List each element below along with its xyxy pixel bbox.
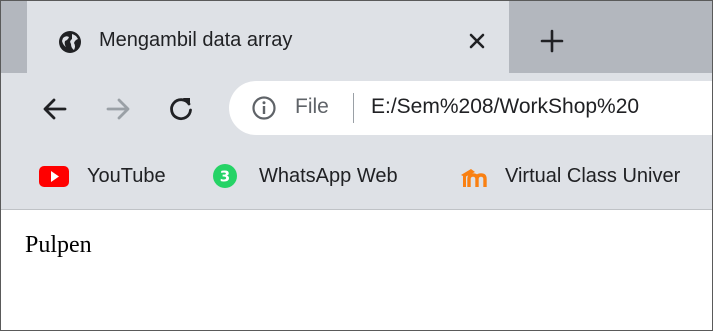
bookmark-whatsapp[interactable]: 3 WhatsApp Web [211,161,431,191]
address-bar[interactable]: File E:/Sem%208/WorkShop%20 [229,81,712,135]
whatsapp-badge: 3 [220,168,230,186]
info-icon[interactable] [251,95,277,121]
whatsapp-icon: 3 [213,164,237,188]
bookmark-youtube[interactable]: YouTube [39,161,189,191]
arrow-left-icon[interactable] [41,95,69,123]
toolbar: File E:/Sem%208/WorkShop%20 [1,73,712,145]
scheme-label: File [295,95,329,118]
tab-title: Mengambil data array [99,29,293,51]
page-content: Pulpen [1,210,712,330]
bookmark-label: YouTube [87,165,166,187]
browser-window: Mengambil data array File E:/Sem%208/Wor… [0,0,713,331]
bookmark-virtual-class[interactable]: Virtual Class Univer [459,161,712,191]
bookmark-label: Virtual Class Univer [505,165,681,187]
close-icon[interactable] [465,29,489,53]
active-tab[interactable]: Mengambil data array [27,9,509,73]
page-text: Pulpen [25,232,92,258]
arrow-right-icon[interactable] [104,95,132,123]
url-text[interactable]: E:/Sem%208/WorkShop%20 [371,95,639,119]
tab-strip: Mengambil data array [1,1,712,73]
youtube-icon [39,166,69,187]
tab-strip-left [1,1,27,73]
bookmark-label: WhatsApp Web [259,165,398,187]
moodle-icon [461,169,487,187]
globe-icon [59,31,81,53]
reload-icon[interactable] [167,95,195,123]
omnibox-separator [353,93,354,123]
bookmarks-bar: YouTube 3 WhatsApp Web Virtual Class Uni… [1,145,712,210]
new-tab-plus-icon[interactable] [539,28,565,54]
